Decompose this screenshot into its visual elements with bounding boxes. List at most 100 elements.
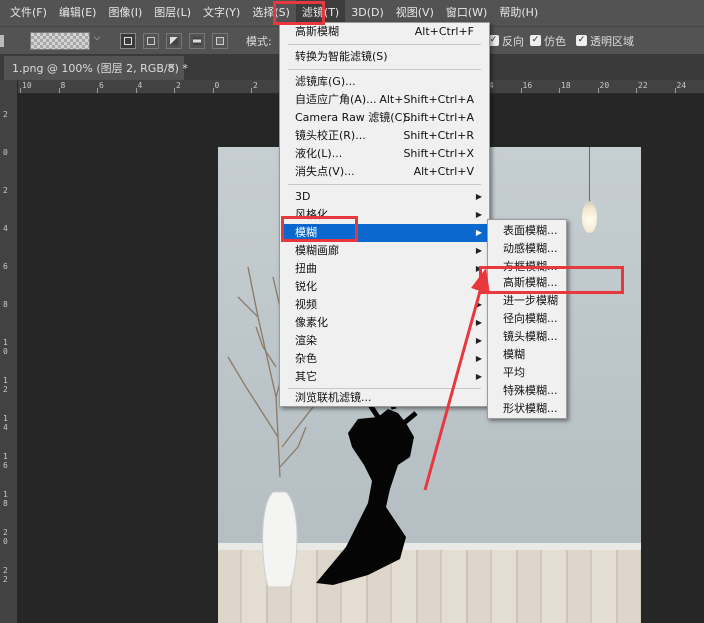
linear-gradient-button[interactable] [120, 33, 136, 49]
submenu-arrow-icon: ▶ [475, 300, 482, 309]
dither-label: 仿色 [544, 35, 566, 48]
dither-checkbox[interactable]: ✓ [530, 35, 541, 46]
menu-item-other[interactable]: 其它 ▶ [281, 368, 488, 386]
menu-item-camera-raw[interactable]: Camera Raw 滤镜(C)... Shift+Ctrl+A [281, 109, 488, 127]
ruler-tick [251, 88, 252, 93]
ruler-tick [212, 88, 214, 93]
highlight-box-blur-item [281, 216, 358, 242]
gradient-dropdown-arrow[interactable]: ⌵ [91, 33, 103, 49]
submenu-item-lens-blur[interactable]: 镜头模糊... [489, 328, 565, 346]
transparency-checkbox[interactable]: ✓ [576, 35, 587, 46]
ruler-tick-label: 2 [3, 186, 8, 195]
submenu-item-shape-blur[interactable]: 形状模糊... [489, 400, 565, 418]
diamond-gradient-button[interactable] [212, 33, 228, 49]
menu-item-adaptive-wide-angle[interactable]: 自适应广角(A)... Alt+Shift+Ctrl+A [281, 91, 488, 109]
vertical-ruler: 2 0 2 4 6 8 1 0 1 2 1 4 1 6 1 8 2 0 2 2 [0, 80, 18, 623]
ruler-tick-label: 8 [60, 81, 66, 90]
ruler-tick [520, 88, 522, 93]
ruler-tick-label: 1 6 [3, 452, 8, 470]
filter-menu: 高斯模糊 Alt+Ctrl+F 转换为智能滤镜(S) 滤镜库(G)... 自适应广… [279, 22, 490, 407]
ruler-tick-label: 2 0 [3, 528, 8, 546]
ruler-tick-label: 2 2 [3, 566, 8, 584]
ruler-tick-label: 6 [3, 262, 8, 271]
submenu-item-blur-more[interactable]: 进一步模糊 [489, 292, 565, 310]
menu-separator [288, 184, 481, 185]
ruler-tick-label: 4 [3, 224, 8, 233]
submenu-arrow-icon: ▶ [475, 210, 482, 219]
ruler-tick-label: 1 0 [3, 338, 8, 356]
ruler-tick-label: 20 [599, 81, 610, 90]
document-tab[interactable]: 1.png @ 100% (图层 2, RGB/8) * × [4, 56, 188, 80]
menu-type[interactable]: 文字(Y) [197, 0, 246, 26]
ruler-tick-label: 18 [561, 81, 571, 90]
blur-submenu: 表面模糊... 动感模糊... 方框模糊... 高斯模糊... 进一步模糊 径向… [487, 219, 567, 419]
menu-item-sharpen[interactable]: 锐化 ▶ [281, 278, 488, 296]
ruler-tick-label: 22 [638, 81, 648, 90]
menu-item-browse-online-filters[interactable]: 浏览联机滤镜... [281, 389, 488, 407]
submenu-item-smart-blur[interactable]: 特殊模糊... [489, 382, 565, 400]
ruler-tick-label: 1 8 [3, 490, 8, 508]
submenu-arrow-icon: ▶ [475, 318, 482, 327]
ruler-tick-label: 1 4 [3, 414, 8, 432]
ruler-tick [97, 88, 98, 93]
ruler-tick-label: 10 [22, 81, 32, 90]
submenu-item-blur[interactable]: 模糊 [489, 346, 565, 364]
reflected-gradient-button[interactable] [189, 33, 205, 49]
menu-item-pixelate[interactable]: 像素化 ▶ [281, 314, 488, 332]
close-tab-icon[interactable]: × [167, 60, 176, 73]
menu-item-3d[interactable]: 3D ▶ [281, 188, 488, 206]
angle-gradient-button[interactable] [166, 33, 182, 49]
menu-layer[interactable]: 图层(L) [148, 0, 197, 26]
menu-item-video[interactable]: 视频 ▶ [281, 296, 488, 314]
menu-item-render[interactable]: 渲染 ▶ [281, 332, 488, 350]
menu-item-blur-gallery[interactable]: 模糊画廊 ▶ [281, 242, 488, 260]
transparency-label: 透明区域 [590, 35, 634, 48]
menu-separator [288, 69, 481, 70]
ruler-tick-label: 1 2 [3, 376, 8, 394]
ruler-tick [597, 88, 599, 93]
submenu-item-radial-blur[interactable]: 径向模糊... [489, 310, 565, 328]
submenu-arrow-icon: ▶ [475, 336, 482, 345]
ruler-tick-label: 0 [3, 148, 8, 157]
ruler-tick [174, 88, 175, 93]
ruler-tick-label: 24 [676, 81, 687, 90]
submenu-arrow-icon: ▶ [475, 372, 482, 381]
submenu-arrow-icon: ▶ [475, 354, 482, 363]
submenu-item-surface-blur[interactable]: 表面模糊... [489, 222, 565, 240]
ruler-tick-label: 4 [137, 81, 143, 90]
submenu-arrow-icon: ▶ [475, 192, 482, 201]
ruler-tick [674, 88, 676, 93]
ruler-tick-label: 8 [3, 300, 8, 309]
menu-file[interactable]: 文件(F) [4, 0, 53, 26]
menu-item-convert-smart-filter[interactable]: 转换为智能滤镜(S) [281, 48, 488, 66]
reverse-label: 反向 [502, 35, 524, 48]
menu-item-vanishing-point[interactable]: 消失点(V)... Alt+Ctrl+V [281, 163, 488, 181]
menu-edit[interactable]: 编辑(E) [53, 0, 103, 26]
menu-item-filter-gallery[interactable]: 滤镜库(G)... [281, 73, 488, 91]
menu-item-liquify[interactable]: 液化(L)... Shift+Ctrl+X [281, 145, 488, 163]
menu-item-lens-correction[interactable]: 镜头校正(R)... Shift+Ctrl+R [281, 127, 488, 145]
mode-label: 模式: [246, 35, 272, 48]
ruler-tick [636, 88, 637, 93]
ruler-tick-label: 6 [99, 81, 104, 90]
submenu-item-average[interactable]: 平均 [489, 364, 565, 382]
submenu-item-motion-blur[interactable]: 动感模糊... [489, 240, 565, 258]
white-vase [262, 491, 298, 588]
submenu-arrow-icon: ▶ [475, 246, 482, 255]
radial-gradient-button[interactable] [143, 33, 159, 49]
submenu-arrow-icon: ▶ [475, 228, 482, 237]
ruler-tick-label: 16 [522, 81, 533, 90]
highlight-box-filter-menu [273, 1, 325, 25]
menu-image[interactable]: 图像(I) [102, 0, 148, 26]
ruler-tick [559, 88, 560, 93]
ruler-tick-label: 2 [176, 81, 181, 90]
menu-item-last-filter[interactable]: 高斯模糊 Alt+Ctrl+F [281, 23, 488, 41]
menu-help[interactable]: 帮助(H) [493, 0, 544, 26]
ruler-tick-label: 2 [253, 81, 258, 90]
menu-separator [288, 44, 481, 45]
options-grip [0, 35, 4, 47]
gradient-swatch[interactable] [30, 32, 90, 50]
menu-item-noise[interactable]: 杂色 ▶ [281, 350, 488, 368]
menu-item-distort[interactable]: 扭曲 ▶ [281, 260, 488, 278]
ruler-tick [135, 88, 137, 93]
